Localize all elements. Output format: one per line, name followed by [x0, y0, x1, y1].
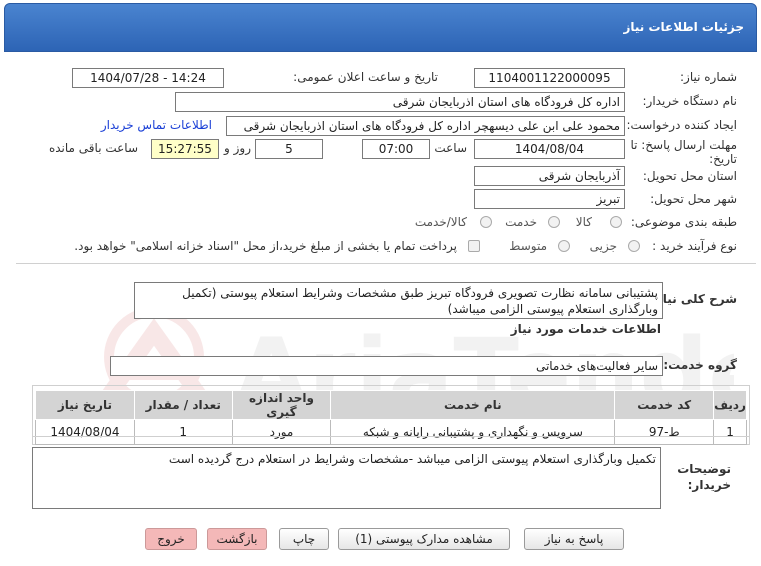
description-label: شرح کلی نیاز: [651, 292, 737, 306]
buyer-notes-label-2: خریدار: [687, 478, 731, 492]
deadline-time-label: ساعت [434, 141, 467, 155]
section-divider [16, 263, 756, 264]
header-bar: جزئیات اطلاعات نیاز [4, 3, 757, 52]
buyer-contact-link[interactable]: اطلاعات تماس خریدار [101, 118, 212, 132]
deadline-date-label: تاریخ: [709, 152, 737, 166]
service-group-label: گروه خدمت: [663, 358, 737, 372]
main-panel: AriaTender.net شماره نیاز: 1104001122000… [4, 52, 757, 566]
process-radio-minor[interactable] [628, 240, 640, 252]
category-option-goods: کالا [575, 215, 592, 229]
process-type-label: نوع فرآیند خرید : [652, 239, 737, 253]
deadline-time-field: 07:00 [362, 139, 430, 159]
remaining-time-field: 15:27:55 [151, 139, 219, 159]
days-remaining-field: 5 [255, 139, 323, 159]
province-label: استان محل تحویل: [642, 169, 737, 183]
announce-date-field: 1404/07/28 - 14:24 [72, 68, 224, 88]
col-service-code: کد خدمت [614, 390, 715, 420]
announce-date-label: تاریخ و ساعت اعلان عمومی: [293, 70, 438, 84]
description-text: پشتیبانی سامانه نظارت تصویری فرودگاه تبر… [182, 286, 658, 316]
province-field: آذربایجان شرقی [474, 166, 625, 186]
need-number-field: 1104001122000095 [474, 68, 625, 88]
deadline-date-field: 1404/08/04 [474, 139, 625, 159]
city-field: تبریز [474, 189, 625, 209]
buyer-notes-label: توضیحات [677, 462, 731, 476]
process-radio-medium[interactable] [558, 240, 570, 252]
col-unit: واحد اندازه گیری [231, 390, 332, 420]
cell-service-code: ط-97 [614, 419, 715, 445]
col-need-date: تاریخ نیاز [35, 390, 135, 420]
deadline-label: مهلت ارسال پاسخ: تا [630, 138, 737, 152]
category-radio-service[interactable] [548, 216, 560, 228]
col-service-name: نام خدمت [330, 390, 616, 420]
remaining-time-label: ساعت باقی مانده [48, 141, 138, 155]
treasury-note: پرداخت تمام یا بخشی از مبلغ خرید،از محل … [74, 239, 457, 253]
process-option-minor: جزیی [589, 239, 617, 253]
table-header-row: تاریخ نیاز تعداد / مقدار واحد اندازه گیر… [35, 390, 747, 420]
city-label: شهر محل تحویل: [650, 192, 737, 206]
treasury-checkbox[interactable] [468, 240, 480, 252]
category-label: طبقه بندی موضوعی: [630, 215, 737, 229]
cell-quantity: 1 [133, 419, 233, 445]
col-row-number: ردیف [713, 390, 747, 420]
table-divider [32, 436, 750, 437]
col-quantity: تعداد / مقدار [133, 390, 233, 420]
cell-service-name: سرویس و نگهداری و پشتیبانی رایانه و شبکه [330, 419, 616, 445]
description-textarea[interactable]: پشتیبانی سامانه نظارت تصویری فرودگاه تبر… [134, 282, 663, 319]
back-button[interactable]: بازگشت [207, 528, 267, 550]
category-option-service: خدمت [505, 215, 537, 229]
category-radio-goods-service[interactable] [480, 216, 492, 228]
services-section-title: اطلاعات خدمات مورد نیاز [510, 322, 661, 336]
category-option-goods-service: کالا/خدمت [414, 215, 467, 229]
service-group-field: سایر فعالیت‌های خدماتی [110, 356, 663, 376]
process-option-medium: متوسط [509, 239, 547, 253]
need-number-label: شماره نیاز: [680, 70, 737, 84]
table-row: 1404/08/04 1 مورد سرویس و نگهداری و پشتی… [35, 419, 747, 445]
requester-label: ایجاد کننده درخواست: [626, 118, 737, 132]
days-label: روز و [224, 141, 251, 155]
requester-field: محمود علی ابن علی دیسهچر اداره کل فرودگا… [226, 116, 625, 136]
exit-button[interactable]: خروج [145, 528, 197, 550]
cell-need-date: 1404/08/04 [35, 419, 135, 445]
reply-button[interactable]: پاسخ به نیاز [524, 528, 624, 550]
print-button[interactable]: چاپ [279, 528, 329, 550]
cell-row-number: 1 [713, 419, 747, 445]
attachments-button[interactable]: مشاهده مدارک پیوستی (1) [338, 528, 510, 550]
buyer-notes-text: تکمیل وبارگذاری استعلام پیوستی الزامی می… [168, 452, 656, 466]
buyer-notes-textarea[interactable]: تکمیل وبارگذاری استعلام پیوستی الزامی می… [32, 447, 661, 509]
buyer-org-label: نام دستگاه خریدار: [642, 94, 738, 108]
buyer-org-field: اداره کل فرودگاه های استان اذربایجان شرق… [175, 92, 625, 112]
page-title: جزئیات اطلاعات نیاز [623, 20, 744, 34]
cell-unit: مورد [231, 419, 332, 445]
category-radio-goods[interactable] [610, 216, 622, 228]
